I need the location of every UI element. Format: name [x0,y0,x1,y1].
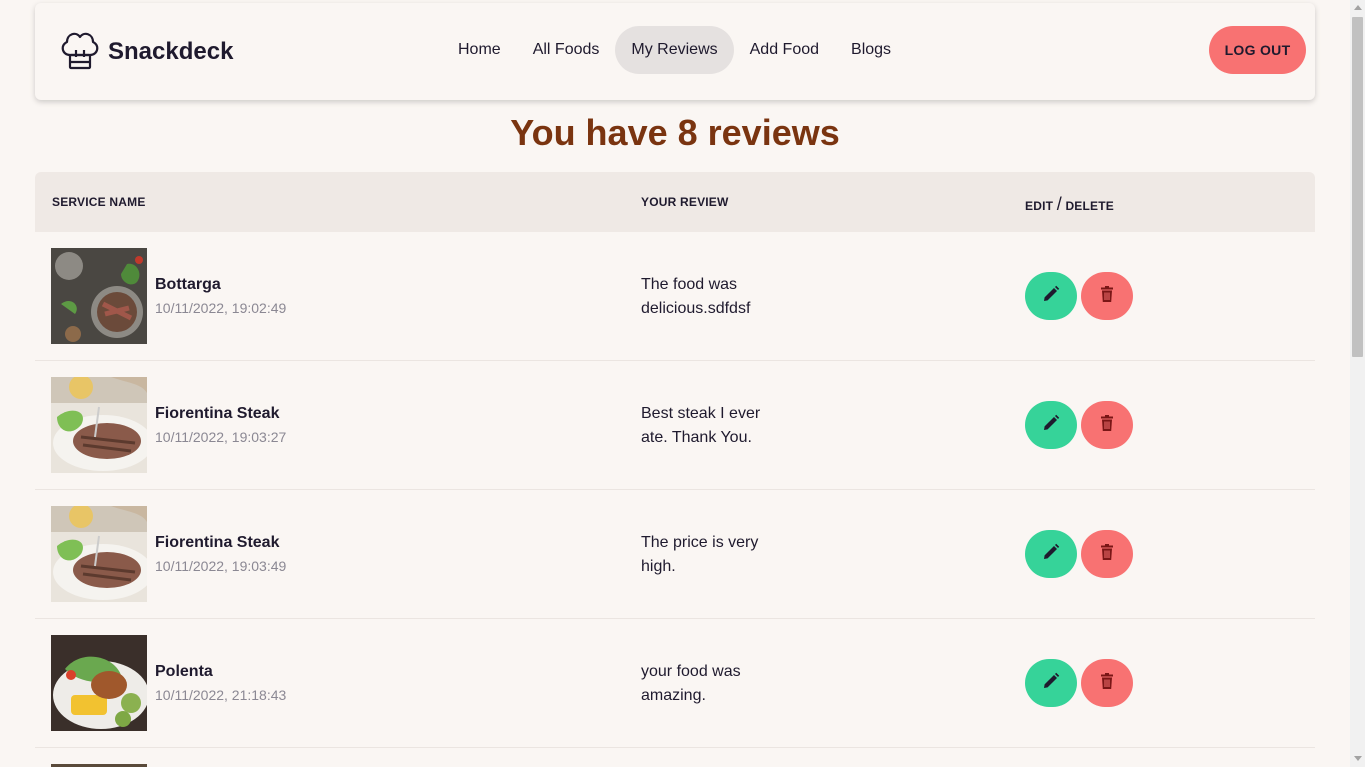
food-thumbnail [51,248,147,344]
brand-name: Snackdeck [108,38,234,65]
trash-icon [1098,672,1116,695]
edit-button[interactable] [1025,659,1077,707]
nav-home[interactable]: Home [442,26,517,74]
food-name: Fiorentina Steak [155,534,280,551]
table-row: Polenta 10/11/2022, 21:18:43 your food w… [35,619,1315,748]
nav-add-food[interactable]: Add Food [734,26,835,74]
header-edit-delete: EDIT / DELETE [1025,194,1114,215]
pencil-icon [1042,414,1060,437]
food-thumbnail [51,635,147,731]
logout-button[interactable]: LOG OUT [1209,26,1306,74]
edit-button[interactable] [1025,272,1077,320]
edit-button[interactable] [1025,401,1077,449]
page-title: You have 8 reviews [510,112,840,153]
trash-icon [1098,414,1116,437]
pencil-icon [1042,672,1060,695]
table-row [35,748,1315,767]
review-text: The price is very high. [641,534,759,575]
edit-button[interactable] [1025,530,1077,578]
review-text: The food was delicious.sdfdsf [641,276,751,317]
review-text: Best steak I ever ate. Thank You. [641,405,761,446]
review-date: 10/11/2022, 21:18:43 [155,687,287,703]
food-name: Bottarga [155,276,221,293]
delete-button[interactable] [1081,659,1133,707]
review-text: your food was amazing. [641,663,741,704]
navbar: Snackdeck Home All Foods My Reviews Add … [35,3,1315,100]
nav-blogs[interactable]: Blogs [835,26,907,74]
header-service-name: SERVICE NAME [52,195,146,209]
food-name: Polenta [155,663,213,680]
food-thumbnail [51,377,147,473]
scroll-down-icon[interactable] [1354,756,1362,761]
food-name: Fiorentina Steak [155,405,280,422]
table-row: Bottarga 10/11/2022, 19:02:49 The food w… [35,232,1315,361]
chef-hat-icon [58,28,102,77]
table-row: Fiorentina Steak 10/11/2022, 19:03:49 Th… [35,490,1315,619]
delete-button[interactable] [1081,530,1133,578]
main-nav: Home All Foods My Reviews Add Food Blogs [442,26,907,74]
trash-icon [1098,543,1116,566]
food-thumbnail [51,506,147,602]
brand-logo[interactable]: Snackdeck [58,30,233,74]
scrollbar-thumb[interactable] [1352,17,1363,357]
header-your-review: YOUR REVIEW [641,195,729,209]
review-date: 10/11/2022, 19:02:49 [155,300,287,316]
delete-button[interactable] [1081,272,1133,320]
pencil-icon [1042,543,1060,566]
delete-button[interactable] [1081,401,1133,449]
header-slash: / [1056,194,1062,214]
scroll-up-icon[interactable] [1354,5,1362,10]
review-date: 10/11/2022, 19:03:27 [155,429,287,445]
table-row: Fiorentina Steak 10/11/2022, 19:03:27 Be… [35,361,1315,490]
header-delete: DELETE [1065,199,1114,213]
review-date: 10/11/2022, 19:03:49 [155,558,287,574]
nav-all-foods[interactable]: All Foods [517,26,616,74]
nav-my-reviews[interactable]: My Reviews [615,26,734,74]
pencil-icon [1042,285,1060,308]
table-header: SERVICE NAME YOUR REVIEW EDIT / DELETE [35,172,1315,232]
header-edit: EDIT [1025,199,1054,213]
scrollbar[interactable] [1350,0,1365,767]
trash-icon [1098,285,1116,308]
